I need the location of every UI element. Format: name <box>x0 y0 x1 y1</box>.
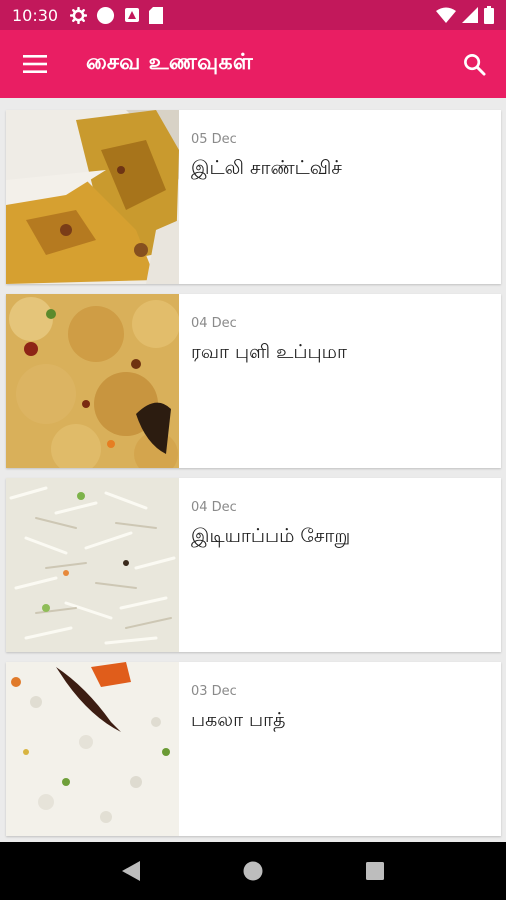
recipe-list: 05 Dec இட்லி சாண்ட்விச் 04 Dec ரவா புளி … <box>6 110 501 846</box>
recipe-date: 04 Dec <box>191 500 237 515</box>
recipe-title: இடியாப்பம் சோறு <box>191 525 351 547</box>
page-title: சைவ உணவுகள் <box>86 50 254 75</box>
system-nav-bar <box>0 842 506 900</box>
battery-icon <box>484 6 494 24</box>
recipe-card[interactable]: 04 Dec ரவா புளி உப்புமா <box>6 294 501 468</box>
recipe-card[interactable]: 03 Dec பகலா பாத் <box>6 662 501 836</box>
recipe-text: 03 Dec பகலா பாத் <box>179 662 285 836</box>
home-icon <box>243 861 263 881</box>
recipe-text: 04 Dec இடியாப்பம் சோறு <box>179 478 350 652</box>
back-button[interactable] <box>106 846 156 896</box>
status-time: 10:30 <box>12 5 59 25</box>
menu-icon <box>23 55 47 73</box>
recipe-date: 05 Dec <box>191 132 237 147</box>
recipe-date: 04 Dec <box>191 316 237 331</box>
recipe-card[interactable]: 05 Dec இட்லி சாண்ட்விச் <box>6 110 501 284</box>
recipe-image <box>6 110 179 284</box>
recipe-image <box>6 294 179 468</box>
recipe-title: பகலா பாத் <box>191 709 286 731</box>
recipe-card[interactable]: 04 Dec இடியாப்பம் சோறு <box>6 478 501 652</box>
recents-button[interactable] <box>350 846 400 896</box>
recipe-title: இட்லி சாண்ட்விச் <box>191 157 342 179</box>
recipe-date: 03 Dec <box>191 684 237 699</box>
sim-alert-icon <box>125 8 140 22</box>
wifi-icon <box>436 7 456 23</box>
recents-icon <box>366 862 384 880</box>
signal-icon <box>462 7 478 23</box>
menu-button[interactable] <box>0 30 70 98</box>
search-icon <box>463 53 486 76</box>
recipe-image <box>6 662 179 836</box>
back-icon <box>122 861 140 881</box>
app-bar: சைவ உணவுகள் <box>0 30 506 98</box>
recipe-title: ரவா புளி உப்புமா <box>191 341 347 363</box>
status-icons-left <box>70 6 164 25</box>
home-button[interactable] <box>228 846 278 896</box>
recipe-image <box>6 478 179 652</box>
status-bar: 10:30 <box>0 0 506 30</box>
circle-icon <box>97 6 115 24</box>
recipe-text: 04 Dec ரவா புளி உப்புமா <box>179 294 347 468</box>
sd-card-icon <box>149 6 164 24</box>
search-button[interactable] <box>442 30 506 98</box>
status-icons-right <box>436 6 494 24</box>
recipe-text: 05 Dec இட்லி சாண்ட்விச் <box>179 110 342 284</box>
settings-icon <box>70 6 88 24</box>
